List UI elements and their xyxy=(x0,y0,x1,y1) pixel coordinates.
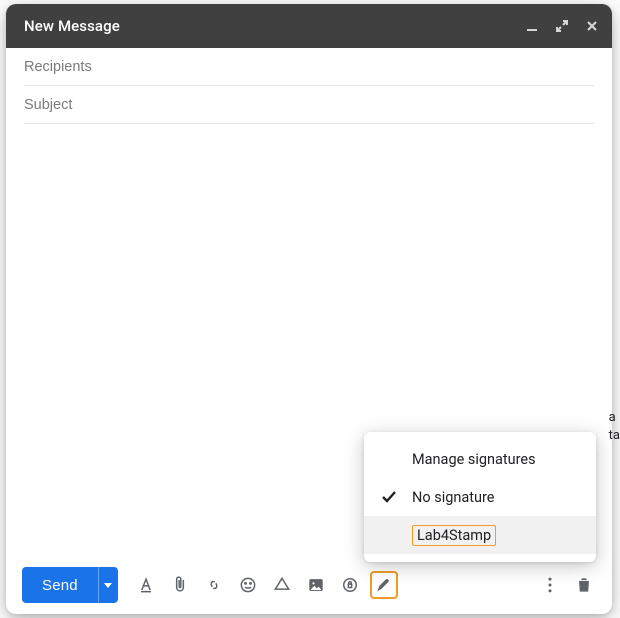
compose-window: New Message Send xyxy=(6,4,612,614)
recipients-input[interactable] xyxy=(24,59,594,75)
subject-input[interactable] xyxy=(24,97,594,113)
no-signature-item[interactable]: No signature xyxy=(364,478,596,516)
confidential-mode-icon[interactable] xyxy=(336,571,364,599)
stray-text: a ta xyxy=(609,409,620,445)
send-options-dropdown[interactable] xyxy=(98,567,118,603)
more-options-icon[interactable] xyxy=(538,573,562,597)
close-icon[interactable] xyxy=(584,18,600,34)
expand-icon[interactable] xyxy=(554,18,570,34)
manage-signatures-label: Manage signatures xyxy=(412,451,536,468)
discard-draft-icon[interactable] xyxy=(572,573,596,597)
send-button[interactable]: Send xyxy=(22,567,98,603)
subject-row xyxy=(24,86,594,124)
format-toolbar xyxy=(132,571,398,599)
titlebar: New Message xyxy=(6,4,612,48)
attach-icon[interactable] xyxy=(166,571,194,599)
link-icon[interactable] xyxy=(200,571,228,599)
footer-toolbar: Send xyxy=(6,556,612,614)
send-group: Send xyxy=(22,567,118,603)
footer-right-actions xyxy=(538,573,596,597)
window-controls xyxy=(524,18,600,34)
emoji-icon[interactable] xyxy=(234,571,262,599)
header-fields xyxy=(6,48,612,124)
window-title: New Message xyxy=(24,17,524,35)
signature-option-label: Lab4Stamp xyxy=(412,525,496,546)
insert-photo-icon[interactable] xyxy=(302,571,330,599)
manage-signatures-item[interactable]: Manage signatures xyxy=(364,440,596,478)
signature-menu: Manage signatures No signature Lab4Stamp xyxy=(364,432,596,562)
insert-signature-icon[interactable] xyxy=(370,571,398,599)
recipients-row xyxy=(24,48,594,86)
minimize-icon[interactable] xyxy=(524,18,540,34)
no-signature-label: No signature xyxy=(412,489,494,506)
signature-option-lab4stamp[interactable]: Lab4Stamp xyxy=(364,516,596,554)
drive-icon[interactable] xyxy=(268,571,296,599)
check-icon xyxy=(380,488,398,506)
formatting-icon[interactable] xyxy=(132,571,160,599)
